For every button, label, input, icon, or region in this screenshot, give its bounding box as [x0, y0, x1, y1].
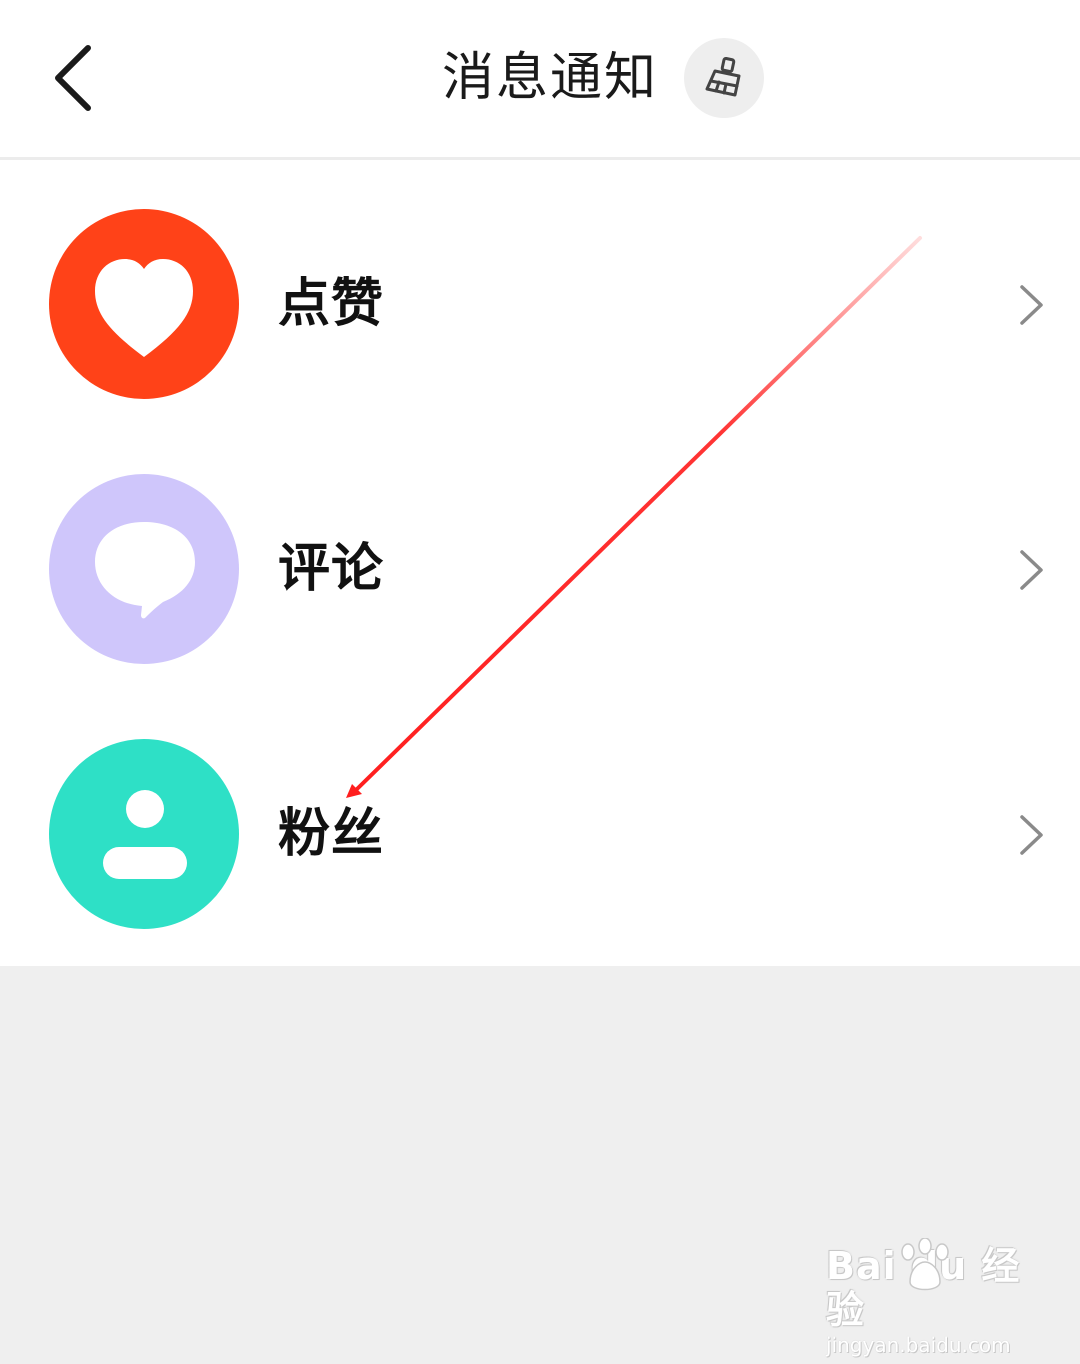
notification-row-comments[interactable]: 评论 [0, 437, 1080, 702]
notification-row-followers[interactable]: 粉丝 [0, 702, 1080, 967]
baidu-jingyan-watermark: Bai du 经验 jingyan.baidu.com [826, 1238, 1026, 1358]
likes-label: 点赞 [278, 274, 385, 334]
watermark-url: jingyan.baidu.com [826, 1333, 1011, 1357]
notification-list: 点赞 评论 粉丝 [0, 160, 1080, 966]
person-icon [103, 790, 187, 879]
comments-label: 评论 [278, 539, 385, 599]
notification-row-likes[interactable]: 点赞 [0, 172, 1080, 437]
speech-bubble-icon [95, 522, 195, 619]
title-bar: 消息通知 [0, 0, 1080, 160]
chevron-right-icon [1020, 815, 1043, 855]
followers-avatar [49, 739, 239, 929]
broom-icon [705, 56, 741, 97]
followers-label: 粉丝 [278, 804, 385, 864]
comments-avatar [49, 474, 239, 664]
chevron-left-icon [55, 45, 91, 111]
paw-icon [901, 1238, 949, 1291]
back-button[interactable] [44, 38, 104, 118]
likes-avatar [49, 209, 239, 399]
chevron-right-icon [1020, 285, 1043, 325]
heart-icon [95, 259, 193, 357]
clear-notifications-button[interactable] [684, 38, 764, 118]
chevron-right-icon [1020, 550, 1043, 590]
page-title: 消息通知 [441, 48, 658, 108]
